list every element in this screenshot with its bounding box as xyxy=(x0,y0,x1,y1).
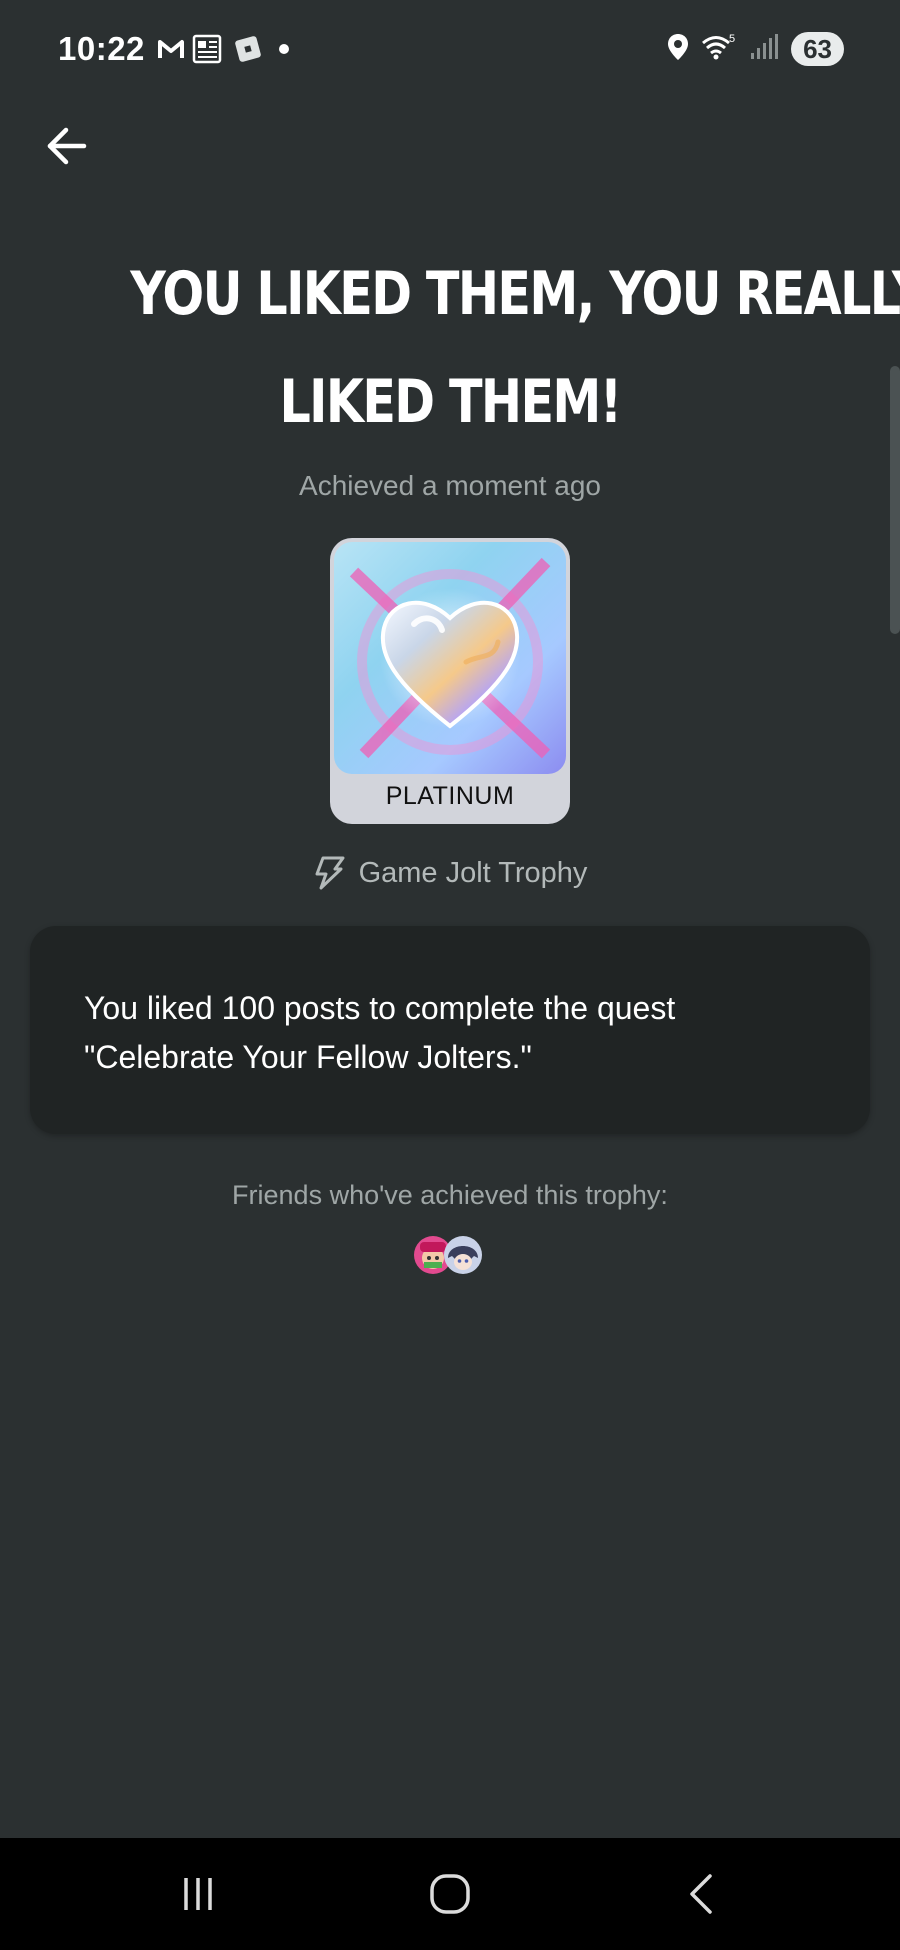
dot-icon xyxy=(272,39,296,64)
system-nav-bar xyxy=(0,1838,900,1950)
scrollbar[interactable] xyxy=(890,366,900,634)
back-button[interactable] xyxy=(36,116,96,176)
trophy-title: YOU LIKED THEM, YOU REALLY LIKED THEM! xyxy=(130,240,900,456)
trophy-title-line-1: YOU LIKED THEM, YOU REALLY xyxy=(130,259,900,329)
trophy-tier-label: PLATINUM xyxy=(385,782,515,810)
status-bar: 10:22 5 63 xyxy=(0,0,900,104)
status-time: 10:22 xyxy=(58,30,145,67)
trophy-source-label: Game Jolt Trophy xyxy=(358,856,588,889)
trophy-title-line-2: LIKED THEM! xyxy=(279,367,622,437)
recent-apps-button[interactable] xyxy=(158,1862,238,1926)
chevron-left-icon xyxy=(690,1874,712,1914)
trophy-detail-screen: 10:22 5 63 YOU LIKED THEM, YOU REALLY LI… xyxy=(0,0,900,1950)
friends-label: Friends who've achieved this trophy: xyxy=(232,1180,668,1210)
svg-text:5: 5 xyxy=(729,33,735,45)
home-icon xyxy=(430,1874,470,1914)
friends-avatar-list[interactable] xyxy=(414,1236,494,1280)
trophy-image xyxy=(334,542,566,774)
wifi-icon: 5 xyxy=(701,33,737,66)
arrow-left-icon xyxy=(47,127,87,165)
location-icon xyxy=(667,33,689,66)
recent-apps-icon xyxy=(184,1878,212,1910)
game-jolt-bolt-icon xyxy=(315,856,345,890)
home-button[interactable] xyxy=(410,1862,490,1926)
nav-back-button[interactable] xyxy=(662,1862,742,1926)
heart-icon xyxy=(334,542,566,774)
trophy-description: You liked 100 posts to complete the ques… xyxy=(84,990,676,1075)
gmail-icon xyxy=(158,38,184,65)
notification-icons xyxy=(158,34,296,69)
system-icons: 5 63 xyxy=(667,32,844,66)
friend-avatar-2[interactable] xyxy=(444,1236,482,1274)
news-icon xyxy=(192,34,224,69)
signal-icon xyxy=(749,33,779,66)
battery-indicator: 63 xyxy=(791,32,844,66)
roblox-icon xyxy=(232,34,264,69)
trophy-card: PLATINUM xyxy=(330,538,570,824)
achieved-time: Achieved a moment ago xyxy=(299,470,601,501)
trophy-source: Game Jolt Trophy xyxy=(0,856,900,890)
trophy-description-card: You liked 100 posts to complete the ques… xyxy=(30,926,870,1134)
